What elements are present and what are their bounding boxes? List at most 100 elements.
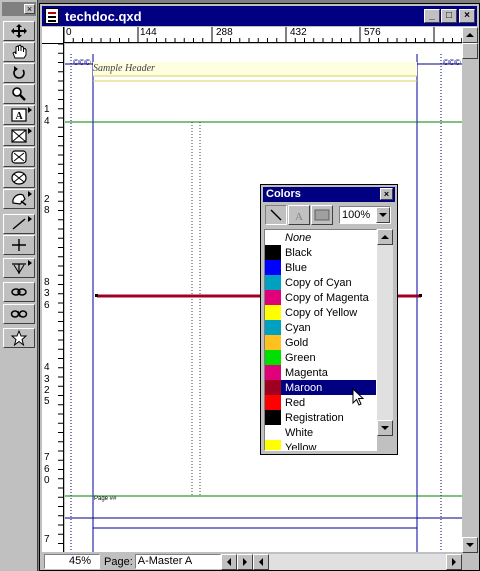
colors-palette-titlebar[interactable]: Colors × <box>263 187 395 202</box>
vertical-ruler[interactable]: 1 4 2 8 8 3 6 4 3 2 5 7 6 0 7 <box>42 44 64 552</box>
tool-palette-close-button[interactable]: × <box>24 4 35 14</box>
vruler-label: 7 <box>44 452 50 463</box>
rectangle-picture-box-tool-icon[interactable] <box>3 126 35 146</box>
colors-palette-close-button[interactable]: × <box>380 188 393 200</box>
page-field[interactable]: A-Master A <box>134 554 221 569</box>
oval-picture-box-tool-icon[interactable] <box>3 168 35 188</box>
vruler-label: 7 <box>44 534 50 545</box>
color-name: Blue <box>285 261 308 274</box>
color-list-scroll-track[interactable] <box>377 245 393 420</box>
color-list-item[interactable]: Green <box>265 350 376 365</box>
text-path-tool-icon[interactable] <box>3 258 35 278</box>
color-list-item[interactable]: None <box>265 230 376 245</box>
color-list-item[interactable]: Copy of Magenta <box>265 290 376 305</box>
color-list-item[interactable]: Cyan <box>265 320 376 335</box>
tint-dropdown[interactable]: 100% <box>339 206 391 224</box>
vruler-label: 2 <box>44 194 50 205</box>
color-list-item[interactable]: Copy of Cyan <box>265 275 376 290</box>
scroll-right-button[interactable] <box>446 553 462 570</box>
vruler-label: 0 <box>44 475 50 486</box>
resize-grip[interactable] <box>462 553 478 570</box>
color-swatch <box>265 380 281 395</box>
color-swatch <box>265 230 281 245</box>
content-tool-icon[interactable] <box>3 42 35 62</box>
color-list-item[interactable]: Blue <box>265 260 376 275</box>
color-list-item[interactable]: Registration <box>265 410 376 425</box>
vertical-scroll-thumb[interactable] <box>462 43 478 59</box>
hruler-label: 144 <box>140 27 157 38</box>
scroll-left-button[interactable] <box>252 553 269 570</box>
text-color-mode-button[interactable]: A <box>288 205 310 225</box>
page-previous-button[interactable] <box>220 553 237 570</box>
window-title: techdoc.qxd <box>65 8 142 24</box>
color-swatch <box>265 305 281 320</box>
zoom-tool-icon[interactable] <box>3 84 35 104</box>
header-text[interactable]: Sample Header <box>93 63 155 74</box>
vruler-label: 4 <box>44 116 50 127</box>
color-swatch <box>265 335 281 350</box>
chevron-down-icon[interactable] <box>376 207 390 223</box>
text-box-tool-icon[interactable]: A <box>3 105 35 125</box>
vruler-label: 4 <box>44 362 50 373</box>
bezier-picture-box-tool-icon[interactable] <box>3 189 35 209</box>
hruler-label: 576 <box>364 27 381 38</box>
color-swatch <box>265 320 281 335</box>
horizontal-scroll-track[interactable] <box>268 553 446 570</box>
color-list-item[interactable]: Yellow <box>265 440 376 450</box>
unlinking-tool-icon[interactable] <box>3 304 35 324</box>
color-list-scrollbar[interactable] <box>377 229 393 451</box>
frame-color-mode-button[interactable] <box>265 205 287 225</box>
vruler-label: 8 <box>44 205 50 216</box>
colors-palette-title: Colors <box>266 188 301 200</box>
color-list-scroll-up[interactable] <box>377 229 393 245</box>
horizontal-ruler[interactable]: 0 144 288 432 576 <box>64 27 462 43</box>
colors-palette: Colors × A 100% None Black Blue Copy of Cya… <box>260 184 398 455</box>
page-label: Page: <box>104 555 133 568</box>
color-swatch <box>265 260 281 275</box>
minimize-button[interactable]: _ <box>424 9 440 23</box>
color-list-scroll-down[interactable] <box>377 420 393 436</box>
hruler-label: 0 <box>66 27 72 38</box>
color-list-item[interactable]: Copy of Yellow <box>265 305 376 320</box>
orthogonal-line-tool-icon[interactable] <box>3 235 35 255</box>
scroll-up-button[interactable] <box>462 27 478 43</box>
color-name: White <box>285 426 314 439</box>
color-list: None Black Blue Copy of Cyan Copy of Magenta… <box>264 229 377 451</box>
vruler-label: 3 <box>44 288 50 299</box>
bottom-status-bar: 45% Page: A-Master A <box>42 553 478 570</box>
zoom-field[interactable]: 45% <box>44 554 100 569</box>
color-list-item[interactable]: White <box>265 425 376 440</box>
close-button[interactable]: × <box>459 9 475 23</box>
tool-palette: × A <box>0 0 38 571</box>
color-list-item[interactable]: Gold <box>265 335 376 350</box>
scroll-down-button[interactable] <box>462 537 478 553</box>
rounded-picture-box-tool-icon[interactable] <box>3 147 35 167</box>
linking-tool-icon[interactable] <box>3 282 35 302</box>
page-next-button[interactable] <box>236 553 253 570</box>
item-tool-icon[interactable] <box>3 21 35 41</box>
ruler-origin[interactable] <box>42 27 64 44</box>
maximize-button[interactable]: □ <box>441 9 457 23</box>
background-color-mode-button[interactable] <box>311 205 333 225</box>
window-titlebar[interactable]: techdoc.qxd _ □ × <box>42 6 477 26</box>
color-swatch <box>265 350 281 365</box>
horizontal-ruler-ticks <box>64 27 462 42</box>
color-swatch <box>265 425 281 440</box>
vertical-scrollbar[interactable] <box>462 27 478 553</box>
color-name: Registration <box>285 411 344 424</box>
line-tool-icon[interactable] <box>3 214 35 234</box>
rotation-tool-icon[interactable] <box>3 63 35 83</box>
document-icon <box>45 8 59 24</box>
color-list-item[interactable]: Magenta <box>265 365 376 380</box>
corner-mark-left: ©©© <box>73 58 91 67</box>
color-name: Black <box>285 246 312 259</box>
star-tool-icon[interactable] <box>3 328 35 348</box>
svg-text:A: A <box>16 111 24 122</box>
vruler-label: 8 <box>44 277 50 288</box>
vruler-label: 6 <box>44 464 50 475</box>
color-swatch <box>265 290 281 305</box>
color-swatch <box>265 410 281 425</box>
hruler-label: 288 <box>216 27 233 38</box>
footer-text[interactable]: Page ## <box>94 496 116 502</box>
color-list-item[interactable]: Black <box>265 245 376 260</box>
